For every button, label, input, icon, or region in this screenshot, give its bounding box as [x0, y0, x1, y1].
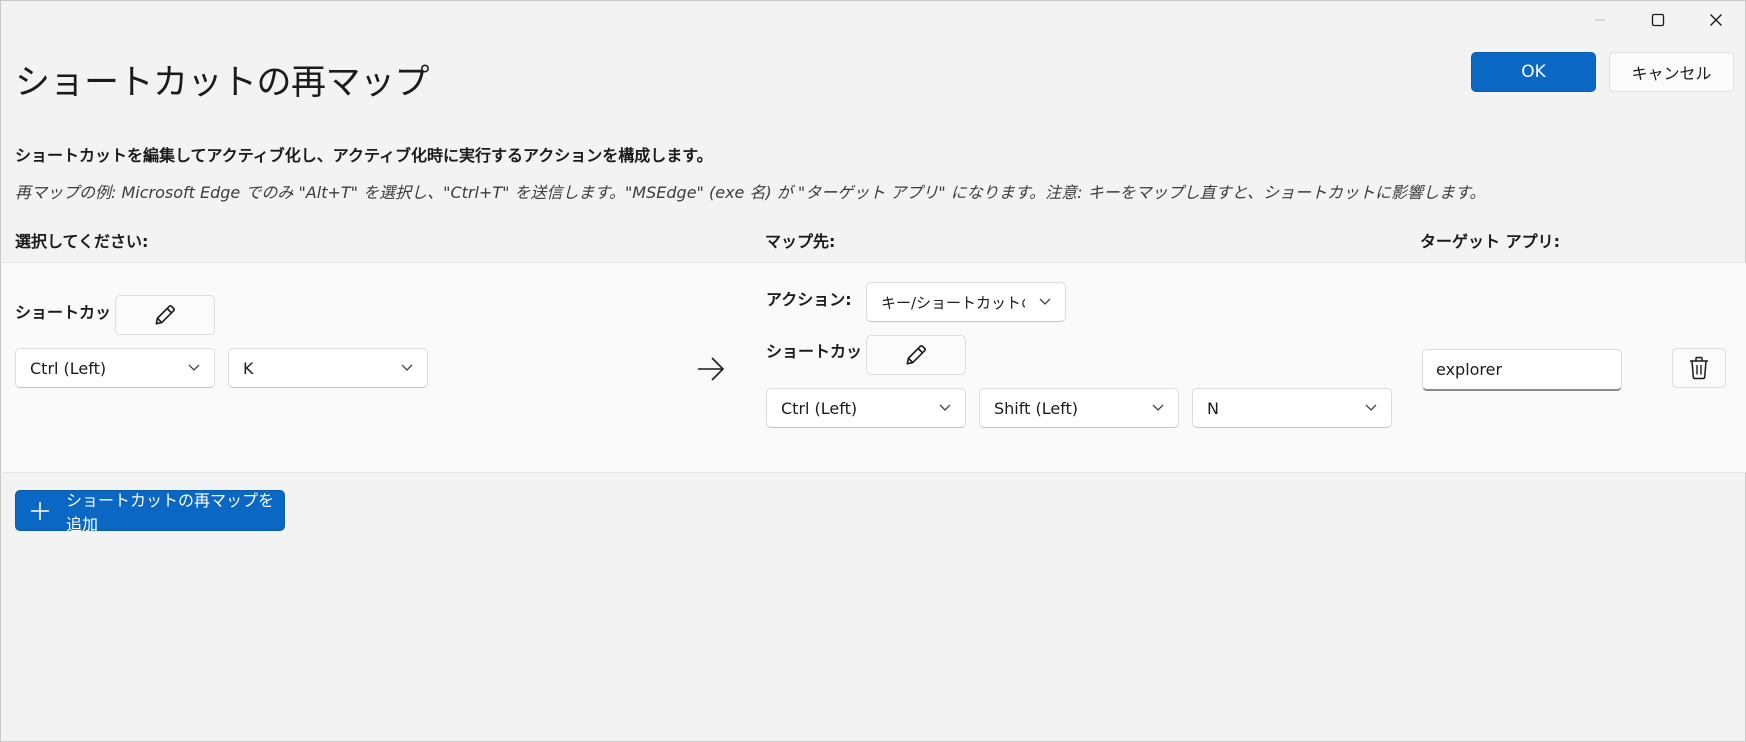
example-text: 再マップの例: Microsoft Edge でのみ "Alt+T" を選択し、…: [15, 183, 1486, 202]
chevron-down-icon: [1351, 388, 1391, 428]
plus-icon: [30, 501, 50, 521]
destination-key-2-value: Shift (Left): [994, 398, 1079, 418]
pencil-icon: [155, 304, 176, 325]
source-key-2-value: K: [243, 358, 254, 378]
destination-key-dropdown-2[interactable]: Shift (Left): [979, 388, 1179, 428]
destination-key-dropdown-1[interactable]: Ctrl (Left): [766, 388, 966, 428]
close-button[interactable]: [1687, 1, 1745, 39]
destination-edit-shortcut-button[interactable]: [866, 335, 966, 375]
destination-key-dropdown-3[interactable]: N: [1192, 388, 1392, 428]
destination-key-3-value: N: [1207, 398, 1219, 418]
action-label: アクション:: [766, 290, 852, 309]
chevron-down-icon: [387, 348, 427, 388]
pencil-icon: [906, 344, 927, 365]
column-header-map-to: マップ先:: [765, 232, 836, 251]
minimize-button[interactable]: [1571, 1, 1629, 39]
source-key-dropdown-2[interactable]: K: [228, 348, 428, 388]
trash-icon: [1690, 356, 1708, 380]
chevron-down-icon: [174, 348, 214, 388]
minimize-icon: [1595, 19, 1605, 21]
action-value: キー/ショートカットの送信: [881, 293, 1025, 312]
close-icon: [1710, 14, 1722, 26]
description-text: ショートカットを編集してアクティブ化し、アクティブ化時に実行するアクションを構成…: [15, 146, 713, 165]
chevron-down-icon: [1138, 388, 1178, 428]
delete-row-button[interactable]: [1672, 348, 1726, 388]
remap-row: ショートカット: Ctrl (Left) K アクション: キー/ショートカット…: [2, 262, 1746, 473]
chevron-down-icon: [1025, 282, 1065, 322]
maximize-icon: [1651, 13, 1665, 27]
source-key-dropdown-1[interactable]: Ctrl (Left): [15, 348, 215, 388]
column-header-select: 選択してください:: [15, 232, 149, 251]
column-header-target-app: ターゲット アプリ:: [1420, 232, 1560, 251]
action-dropdown[interactable]: キー/ショートカットの送信: [866, 282, 1066, 322]
page-title: ショートカットの再マップ: [15, 63, 430, 103]
add-shortcut-remap-button[interactable]: ショートカットの再マップを追加: [15, 490, 285, 534]
source-edit-shortcut-button[interactable]: [115, 295, 215, 335]
source-key-1-value: Ctrl (Left): [30, 358, 107, 378]
maximize-button[interactable]: [1629, 1, 1687, 39]
chevron-down-icon: [925, 388, 965, 428]
arrow-right-icon: [698, 357, 725, 381]
add-shortcut-remap-label: ショートカットの再マップを追加: [66, 490, 275, 534]
caption-bar: [1571, 1, 1745, 41]
cancel-button[interactable]: キャンセル: [1609, 52, 1734, 92]
destination-key-1-value: Ctrl (Left): [781, 398, 858, 418]
remap-shortcuts-window: ショートカットの再マップ OK キャンセル ショートカットを編集してアクティブ化…: [0, 0, 1746, 742]
ok-button[interactable]: OK: [1471, 52, 1596, 92]
target-app-input[interactable]: explorer: [1422, 349, 1622, 391]
